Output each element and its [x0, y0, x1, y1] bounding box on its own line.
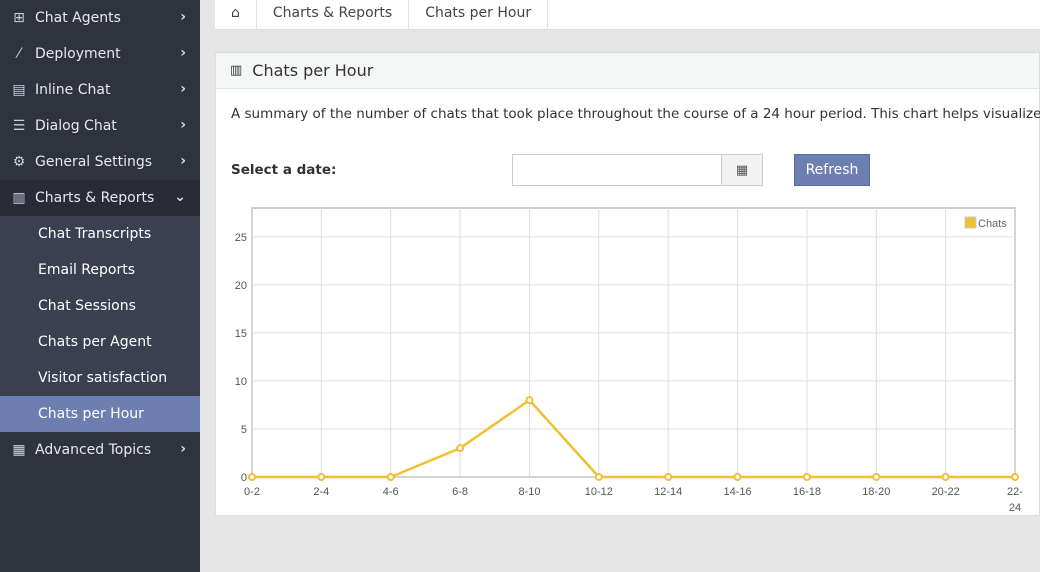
label: General Settings	[35, 154, 153, 170]
y-tick-label: 10	[235, 376, 247, 388]
data-point	[248, 473, 256, 481]
breadcrumb-charts-reports[interactable]: Charts & Reports	[257, 0, 410, 30]
data-point	[802, 473, 811, 481]
chevron-right-icon: ›	[180, 81, 186, 97]
data-point	[872, 473, 881, 481]
file-icon: ▤	[12, 82, 26, 98]
gears-icon: ⚙	[12, 154, 26, 170]
data-point	[733, 473, 742, 481]
y-tick-label: 15	[235, 328, 247, 340]
sidebar-sub-visitor-satisfaction[interactable]: Visitor satisfaction	[0, 360, 200, 396]
chevron-right-icon: ›	[180, 153, 186, 169]
home-icon[interactable]: ⌂	[215, 0, 257, 30]
plot-area	[251, 207, 1016, 478]
label: Dialog Chat	[35, 118, 117, 134]
label: Advanced Topics	[35, 442, 152, 458]
x-tick-label: 4-6	[383, 486, 399, 498]
data-point	[941, 473, 950, 481]
chevron-right-icon: ›	[180, 45, 186, 61]
y-tick-label: 20	[235, 280, 247, 292]
chevron-right-icon: ›	[180, 9, 186, 25]
y-tick-label: 5	[241, 424, 247, 436]
sidebar-sub-chats-per-hour[interactable]: Chats per Hour	[0, 396, 200, 432]
chevron-down-icon: ⌄	[174, 189, 186, 205]
legend-swatch	[964, 216, 977, 229]
data-point	[664, 473, 673, 481]
sidebar-item-chat-agents[interactable]: ⊞ Chat Agents ›	[0, 0, 200, 36]
label: Chat Agents	[35, 10, 121, 26]
x-tick-label: 12-14	[654, 486, 682, 498]
x-tick-label: 24	[1009, 502, 1021, 514]
x-tick-label: 14-16	[723, 486, 751, 498]
chevron-right-icon: ›	[180, 117, 186, 133]
x-tick-label: 2-4	[313, 486, 329, 498]
sidebar-sub-chat-sessions[interactable]: Chat Sessions	[0, 288, 200, 324]
sidebar-sub-email-reports[interactable]: Email Reports	[0, 252, 200, 288]
x-tick-label: 10-12	[585, 486, 613, 498]
label: Charts & Reports	[35, 190, 155, 206]
data-point	[317, 473, 326, 481]
data-point	[525, 396, 534, 405]
magic-wand-icon: ⁄	[17, 46, 21, 62]
breadcrumb-chats-per-hour: Chats per Hour	[409, 0, 549, 30]
sidebar-item-advanced-topics[interactable]: ▦ Advanced Topics ›	[0, 432, 200, 468]
data-point	[1011, 473, 1019, 481]
breadcrumb: ⌂ Charts & Reports Chats per Hour	[215, 0, 1040, 30]
x-tick-label: 20-22	[932, 486, 960, 498]
sidebar-item-deployment[interactable]: ⁄ Deployment ›	[0, 36, 200, 72]
legend-label: Chats	[978, 218, 1007, 230]
x-tick-label: 22-	[1007, 486, 1023, 498]
x-tick-label: 6-8	[452, 486, 468, 498]
chevron-right-icon: ›	[180, 441, 186, 457]
x-tick-label: 0-2	[244, 486, 260, 498]
sidebar-item-dialog-chat[interactable]: ☰ Dialog Chat ›	[0, 108, 200, 144]
sidebar-item-charts-reports[interactable]: ▥ Charts & Reports ⌄	[0, 180, 200, 216]
data-point	[456, 444, 465, 453]
chats-per-hour-chart: 0 5 10 15 20 25 0-2 2-4 4-6 6-8 8-10 10-12 12-14 14-1…	[235, 207, 1023, 514]
sidebar: ⊞ Chat Agents › ⁄ Deployment › ▤ Inline Chat ›…	[0, 0, 200, 572]
list-window-icon: ☰	[12, 118, 26, 134]
chats-per-hour-panel: ▥ Chats per Hour A summary of the number …	[215, 52, 1040, 516]
sidebar-item-general-settings[interactable]: ⚙ General Settings ›	[0, 144, 200, 180]
table-icon: ▦	[12, 442, 26, 458]
bar-chart-icon: ▥	[12, 190, 26, 206]
data-point	[594, 473, 603, 481]
y-tick-label: 25	[235, 232, 247, 244]
label: Deployment	[35, 46, 121, 62]
sidebar-sub-chat-transcripts[interactable]: Chat Transcripts	[0, 216, 200, 252]
sitemap-icon: ⊞	[13, 10, 25, 26]
x-tick-label: 18-20	[862, 486, 890, 498]
x-tick-label: 16-18	[793, 486, 821, 498]
sidebar-sub-chats-per-agent[interactable]: Chats per Agent	[0, 324, 200, 360]
label: Inline Chat	[35, 82, 111, 98]
data-point	[386, 473, 395, 481]
sidebar-item-inline-chat[interactable]: ▤ Inline Chat ›	[0, 72, 200, 108]
x-tick-label: 8-10	[518, 486, 540, 498]
y-tick-label: 0	[241, 472, 247, 484]
